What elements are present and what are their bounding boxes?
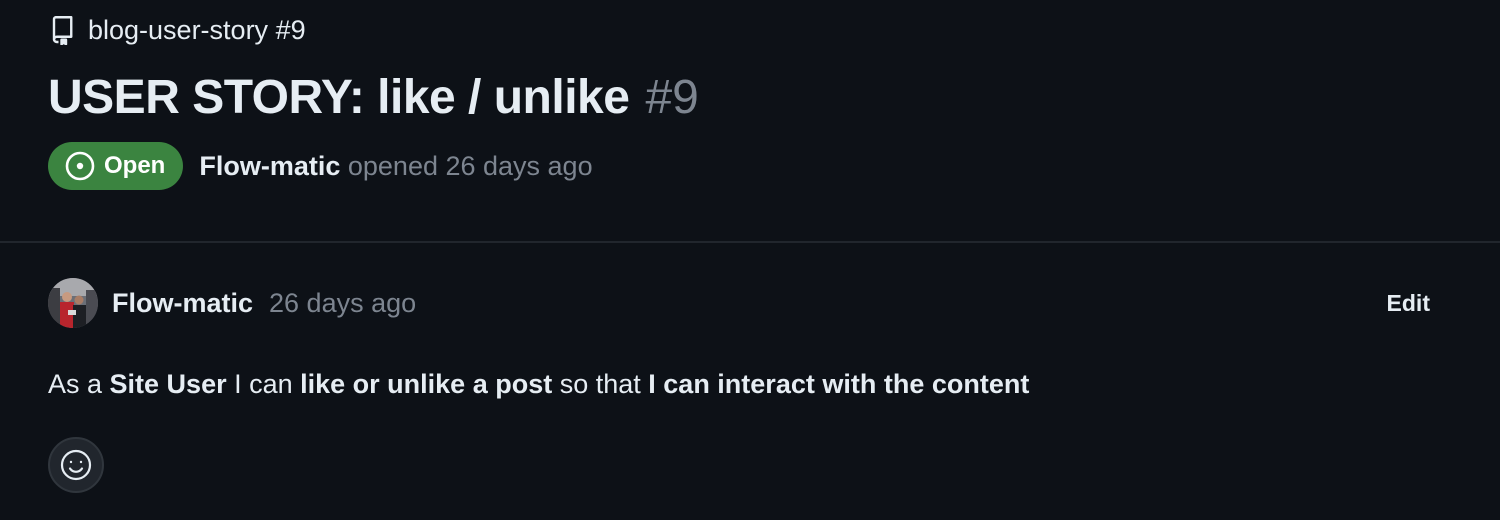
issue-status-row: Open Flow-matic opened 26 days ago <box>48 142 593 190</box>
breadcrumb: blog-user-story #9 <box>48 12 306 48</box>
comment-author-link[interactable]: Flow-matic <box>112 288 253 319</box>
add-reaction-button[interactable] <box>48 437 104 493</box>
opened-text: opened 26 days ago <box>347 150 593 181</box>
edit-button[interactable]: Edit <box>1379 290 1438 317</box>
comment-header: Flow-matic 26 days ago Edit <box>48 278 1438 328</box>
issue-header: USER STORY: like / unlike #9 <box>48 70 699 130</box>
comment-timestamp[interactable]: 26 days ago <box>269 288 416 319</box>
issue-page: blog-user-story #9 USER STORY: like / un… <box>0 0 1500 520</box>
state-label: Open <box>104 152 166 179</box>
issue-title: USER STORY: like / unlike <box>48 71 630 124</box>
smiley-icon <box>59 448 93 482</box>
issue-open-icon <box>64 150 96 182</box>
issue-author-link[interactable]: Flow-matic <box>199 151 340 181</box>
body-bold-2: like or unlike a post <box>300 369 553 399</box>
divider <box>0 241 1500 243</box>
state-badge: Open <box>48 142 184 190</box>
repo-link[interactable]: blog-user-story #9 <box>88 12 306 48</box>
body-bold-1: Site User <box>109 369 227 399</box>
avatar[interactable] <box>48 278 98 328</box>
body-bold-3: I can interact with the content <box>648 369 1030 399</box>
body-text-1: As a <box>48 369 110 399</box>
body-text-3: so that <box>552 369 649 399</box>
comment-body: As a Site User I can like or unlike a po… <box>48 366 1029 402</box>
repo-icon <box>48 12 78 48</box>
body-text-2: I can <box>226 369 301 399</box>
issue-number: #9 <box>645 71 699 124</box>
issue-meta: Flow-matic opened 26 days ago <box>199 151 592 182</box>
